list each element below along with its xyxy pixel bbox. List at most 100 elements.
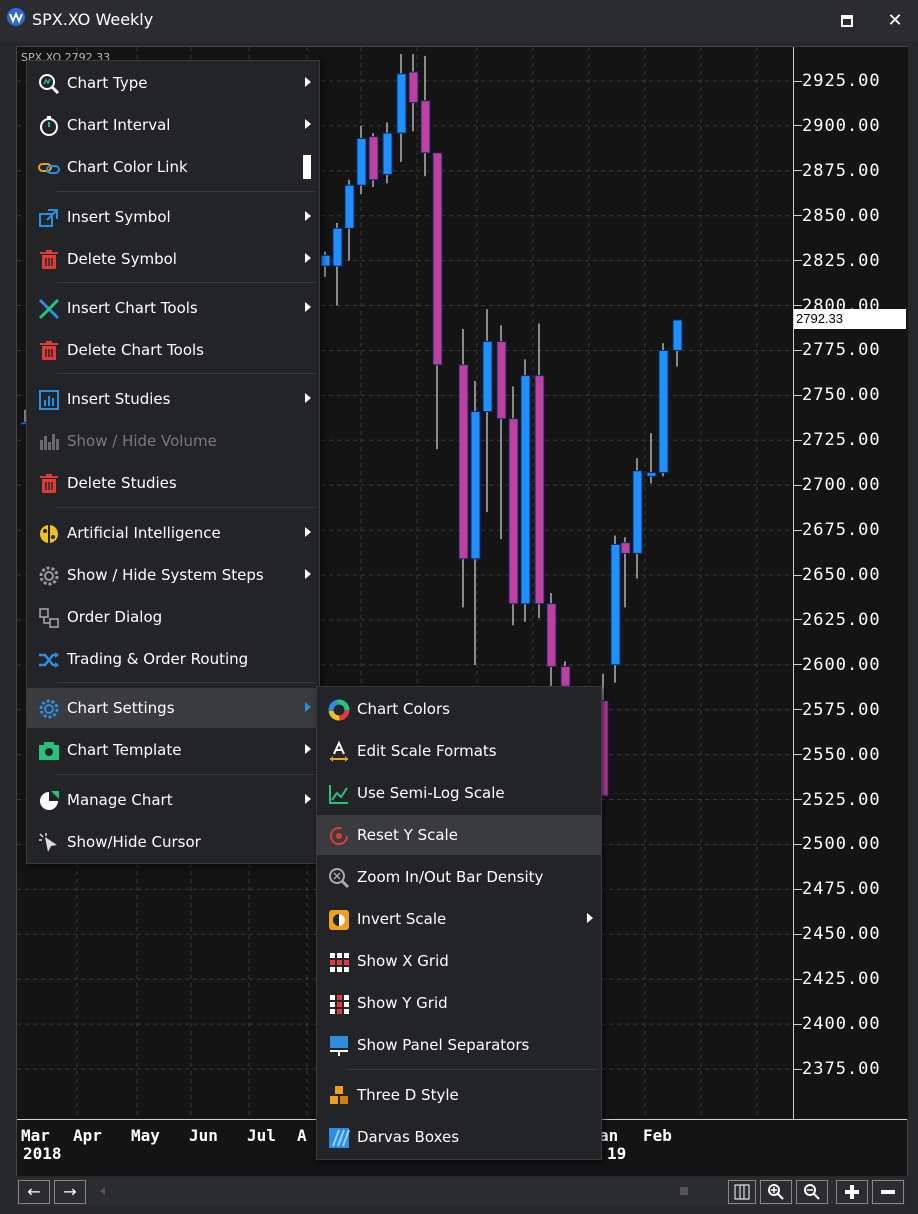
title-bar: SPX.XO Weekly ✕ (0, 0, 918, 42)
menu-item-label: Show / Hide System Steps (67, 566, 264, 584)
menu-item-three-d-style[interactable]: Three D Style (317, 1075, 601, 1115)
candle-body (356, 137, 367, 186)
menu-item-label: Delete Studies (67, 474, 177, 492)
menu-item-zoom-in-out-bar-density[interactable]: Zoom In/Out Bar Density (317, 857, 601, 897)
maximize-button[interactable] (834, 8, 860, 34)
menu-item-manage-chart[interactable]: Manage Chart (27, 780, 319, 820)
menu-item-label: Delete Symbol (67, 250, 177, 268)
trash-icon (40, 250, 58, 269)
menu-item-delete-studies[interactable]: Delete Studies (27, 463, 319, 503)
y-tick-label: 2850.00 (794, 206, 881, 226)
menu-item-insert-studies[interactable]: Insert Studies (27, 379, 319, 419)
y-tick-label: 2900.00 (794, 116, 881, 136)
menu-item-label: Show Panel Separators (357, 1036, 530, 1054)
close-button[interactable]: ✕ (882, 8, 908, 34)
menu-item-show-y-grid[interactable]: Show Y Grid (317, 983, 601, 1023)
menu-item-edit-scale-formats[interactable]: Edit Scale Formats (317, 731, 601, 771)
menu-item-order-dialog[interactable]: Order Dialog (27, 597, 319, 637)
menu-separator (57, 507, 315, 508)
settings-gear-icon (39, 699, 59, 719)
three-d-icon (330, 1086, 348, 1104)
menu-item-label: Show/Hide Cursor (67, 833, 201, 851)
cursor-icon (39, 833, 57, 852)
remove-button[interactable] (872, 1180, 904, 1204)
arrow-left-icon: ← (27, 1182, 41, 1201)
volume-icon (40, 434, 59, 450)
candle-body (496, 340, 507, 420)
menu-item-label: Use Semi-Log Scale (357, 784, 505, 802)
horizontal-scrollbar[interactable] (100, 1186, 690, 1196)
menu-item-show-hide-cursor[interactable]: Show/Hide Cursor (27, 822, 319, 862)
panel-layout-button[interactable] (728, 1180, 756, 1204)
menu-item-label: Reset Y Scale (357, 826, 458, 844)
scroll-left-button[interactable]: ← (18, 1180, 50, 1204)
menu-item-chart-template[interactable]: Chart Template (27, 730, 319, 770)
x-tick-label: Mar (21, 1126, 50, 1145)
menu-item-label: Artificial Intelligence (67, 524, 221, 542)
y-tick-label: 2800.00 (794, 296, 881, 316)
menu-item-show-hide-system-steps[interactable]: Show / Hide System Steps (27, 555, 319, 595)
chart-window: SPX.XO Weekly ✕ SPX.XO 2792.33 2792.33 2… (0, 0, 918, 1214)
menu-item-chart-colors[interactable]: Chart Colors (317, 689, 601, 729)
insert-symbol-icon (39, 209, 58, 227)
invert-scale-icon (329, 910, 349, 930)
brain-icon (40, 525, 58, 543)
scroll-right-button[interactable]: → (54, 1180, 86, 1204)
menu-item-label: Trading & Order Routing (67, 650, 249, 668)
menu-item-label: Manage Chart (67, 791, 173, 809)
menu-item-chart-settings[interactable]: Chart Settings (27, 688, 319, 728)
zoom-in-button[interactable] (760, 1180, 792, 1204)
stopwatch-icon (40, 116, 58, 136)
menu-item-trading-order-routing[interactable]: Trading & Order Routing (27, 639, 319, 679)
menu-item-label: Chart Colors (357, 700, 450, 718)
candle-body (620, 542, 631, 554)
y-axis[interactable]: 2792.33 2925.00 2900.00 2875.00 2850.00 2825… (793, 47, 908, 1119)
menu-item-show-x-grid[interactable]: Show X Grid (317, 941, 601, 981)
menu-item-darvas-boxes[interactable]: Darvas Boxes (317, 1117, 601, 1157)
template-icon (39, 742, 59, 760)
submenu-arrow-icon (305, 527, 311, 537)
add-button[interactable] (836, 1180, 868, 1204)
minus-icon (881, 1190, 895, 1194)
y-tick-label: 2700.00 (794, 475, 881, 495)
menu-item-delete-chart-tools[interactable]: Delete Chart Tools (27, 330, 319, 370)
menu-item-insert-chart-tools[interactable]: Insert Chart Tools (27, 288, 319, 328)
candle-body (534, 375, 545, 605)
menu-item-label: Darvas Boxes (357, 1128, 460, 1146)
submenu-arrow-icon (305, 253, 311, 263)
menu-item-label: Show Y Grid (357, 994, 448, 1012)
candle-body (320, 254, 331, 267)
candle-body (520, 375, 531, 605)
submenu-arrow-icon (305, 744, 311, 754)
zoom-out-icon (804, 1184, 820, 1200)
chart-settings-submenu: Chart Colors Edit Scale Formats Use Semi-L… (316, 686, 602, 1160)
menu-item-show-hide-volume[interactable]: Show / Hide Volume (27, 421, 319, 461)
submenu-arrow-icon (305, 77, 311, 87)
color-link-toggle[interactable] (303, 155, 311, 179)
y-tick-label: 2625.00 (794, 610, 881, 630)
menu-item-label: Chart Interval (67, 116, 171, 134)
zoom-out-button[interactable] (796, 1180, 828, 1204)
menu-item-chart-color-link[interactable]: Chart Color Link (27, 147, 319, 187)
candle-body (632, 470, 643, 554)
menu-item-invert-scale[interactable]: Invert Scale (317, 899, 601, 939)
menu-item-chart-type[interactable]: Chart Type (27, 63, 319, 103)
menu-item-use-semi-log-scale[interactable]: Use Semi-Log Scale (317, 773, 601, 813)
menu-item-label: Three D Style (357, 1086, 459, 1104)
candle-body (420, 100, 431, 154)
y-tick-label: 2400.00 (794, 1014, 881, 1034)
menu-item-insert-symbol[interactable]: Insert Symbol (27, 197, 319, 237)
bottom-toolbar: ← → (16, 1178, 906, 1206)
menu-item-label: Chart Template (67, 741, 182, 759)
plus-icon (845, 1185, 859, 1199)
panel-layout-icon (734, 1184, 750, 1200)
tools-icon (38, 298, 60, 320)
menu-item-artificial-intelligence[interactable]: Artificial Intelligence (27, 513, 319, 553)
menu-item-reset-y-scale[interactable]: Reset Y Scale (317, 815, 601, 855)
menu-item-delete-symbol[interactable]: Delete Symbol (27, 239, 319, 279)
menu-item-chart-interval[interactable]: Chart Interval (27, 105, 319, 145)
close-icon: ✕ (887, 10, 903, 31)
arrow-right-icon: → (63, 1182, 77, 1201)
candle-body (368, 136, 379, 181)
menu-item-show-panel-separators[interactable]: Show Panel Separators (317, 1025, 601, 1065)
